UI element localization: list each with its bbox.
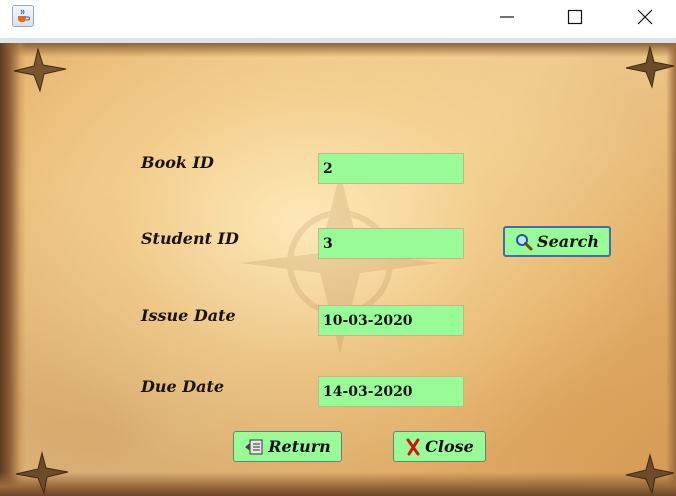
- search-button[interactable]: Search: [503, 226, 611, 257]
- student-id-field[interactable]: [318, 228, 464, 259]
- star-ornament-icon: [15, 451, 69, 495]
- star-ornament-icon: [13, 47, 67, 93]
- return-button[interactable]: Return: [233, 431, 342, 462]
- maximize-icon: [567, 9, 583, 25]
- close-button[interactable]: Close: [393, 431, 486, 462]
- parchment-panel: Book ID Student ID Issue Date Due Date S…: [0, 43, 676, 496]
- minimize-button[interactable]: [484, 0, 530, 34]
- minimize-icon: [500, 16, 514, 18]
- book-id-field[interactable]: [318, 153, 464, 184]
- book-id-label: Book ID: [141, 153, 214, 172]
- close-button-label: Close: [425, 437, 474, 456]
- issue-date-field[interactable]: [318, 305, 464, 336]
- magnifier-icon: [516, 233, 533, 250]
- return-button-label: Return: [268, 437, 331, 456]
- parchment-edge: [666, 43, 676, 496]
- red-x-icon: [406, 438, 420, 455]
- parchment-edge: [0, 43, 26, 496]
- issue-date-label: Issue Date: [141, 306, 236, 325]
- maximize-button[interactable]: [552, 0, 598, 34]
- book-icon: [245, 439, 263, 454]
- star-ornament-icon: [625, 45, 675, 89]
- search-button-label: Search: [537, 232, 599, 251]
- due-date-label: Due Date: [141, 377, 225, 396]
- close-icon: [637, 9, 653, 25]
- parchment-edge: [0, 43, 676, 57]
- student-id-label: Student ID: [141, 229, 239, 248]
- close-window-button[interactable]: [622, 0, 668, 34]
- parchment-edge: [0, 472, 676, 496]
- due-date-field[interactable]: [318, 376, 464, 407]
- java-cup-icon[interactable]: [12, 5, 34, 27]
- title-bar: [0, 0, 676, 38]
- star-ornament-icon: [625, 453, 675, 495]
